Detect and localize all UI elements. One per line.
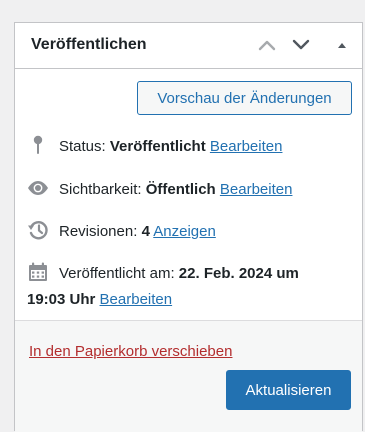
history-icon: [27, 220, 49, 240]
publish-box-title: Veröffentlichen: [31, 36, 147, 53]
triangle-up-icon: [338, 43, 346, 48]
published-edit-link[interactable]: Bearbeiten: [100, 291, 173, 308]
revisions-row: Revisionen: 4 Anzeigen: [27, 220, 216, 242]
chevron-down-icon: [292, 39, 310, 50]
visibility-row: Sichtbarkeit: Öffentlich Bearbeiten: [27, 178, 292, 200]
status-value: Veröffentlicht: [109, 138, 206, 155]
chevron-up-icon: [258, 40, 276, 51]
preview-changes-button[interactable]: Vorschau der Änderungen: [137, 81, 352, 115]
published-date-line2: 19:03 Uhr: [27, 291, 96, 308]
calendar-icon: [27, 262, 49, 282]
visibility-value: Öffentlich: [145, 181, 216, 198]
move-down-button[interactable]: [290, 34, 312, 56]
pin-icon: [27, 135, 49, 155]
toggle-panel-button[interactable]: [331, 34, 353, 56]
published-label: Veröffentlicht am:: [59, 265, 175, 282]
move-up-button[interactable]: [256, 34, 278, 56]
published-row-continued: 19:03 Uhr Bearbeiten: [27, 289, 172, 310]
status-edit-link[interactable]: Bearbeiten: [210, 138, 283, 155]
publish-box-header: Veröffentlichen: [15, 23, 362, 69]
major-publishing-actions: In den Papierkorb verschieben Aktualisie…: [15, 321, 362, 432]
revisions-view-link[interactable]: Anzeigen: [153, 223, 216, 240]
status-row: Status: Veröffentlicht Bearbeiten: [27, 135, 282, 157]
revisions-label: Revisionen:: [59, 223, 138, 240]
visibility-edit-link[interactable]: Bearbeiten: [220, 181, 293, 198]
status-label: Status:: [59, 138, 106, 155]
eye-icon: [27, 178, 49, 198]
revisions-count: 4: [141, 223, 150, 240]
visibility-label: Sichtbarkeit:: [59, 181, 142, 198]
published-date-line1: 22. Feb. 2024 um: [178, 265, 299, 282]
update-button[interactable]: Aktualisieren: [226, 370, 351, 410]
published-row: Veröffentlicht am: 22. Feb. 2024 um: [27, 262, 299, 284]
publish-box: Veröffentlichen Vorschau der Änderungen: [14, 22, 363, 432]
move-to-trash-link[interactable]: In den Papierkorb verschieben: [29, 343, 232, 360]
